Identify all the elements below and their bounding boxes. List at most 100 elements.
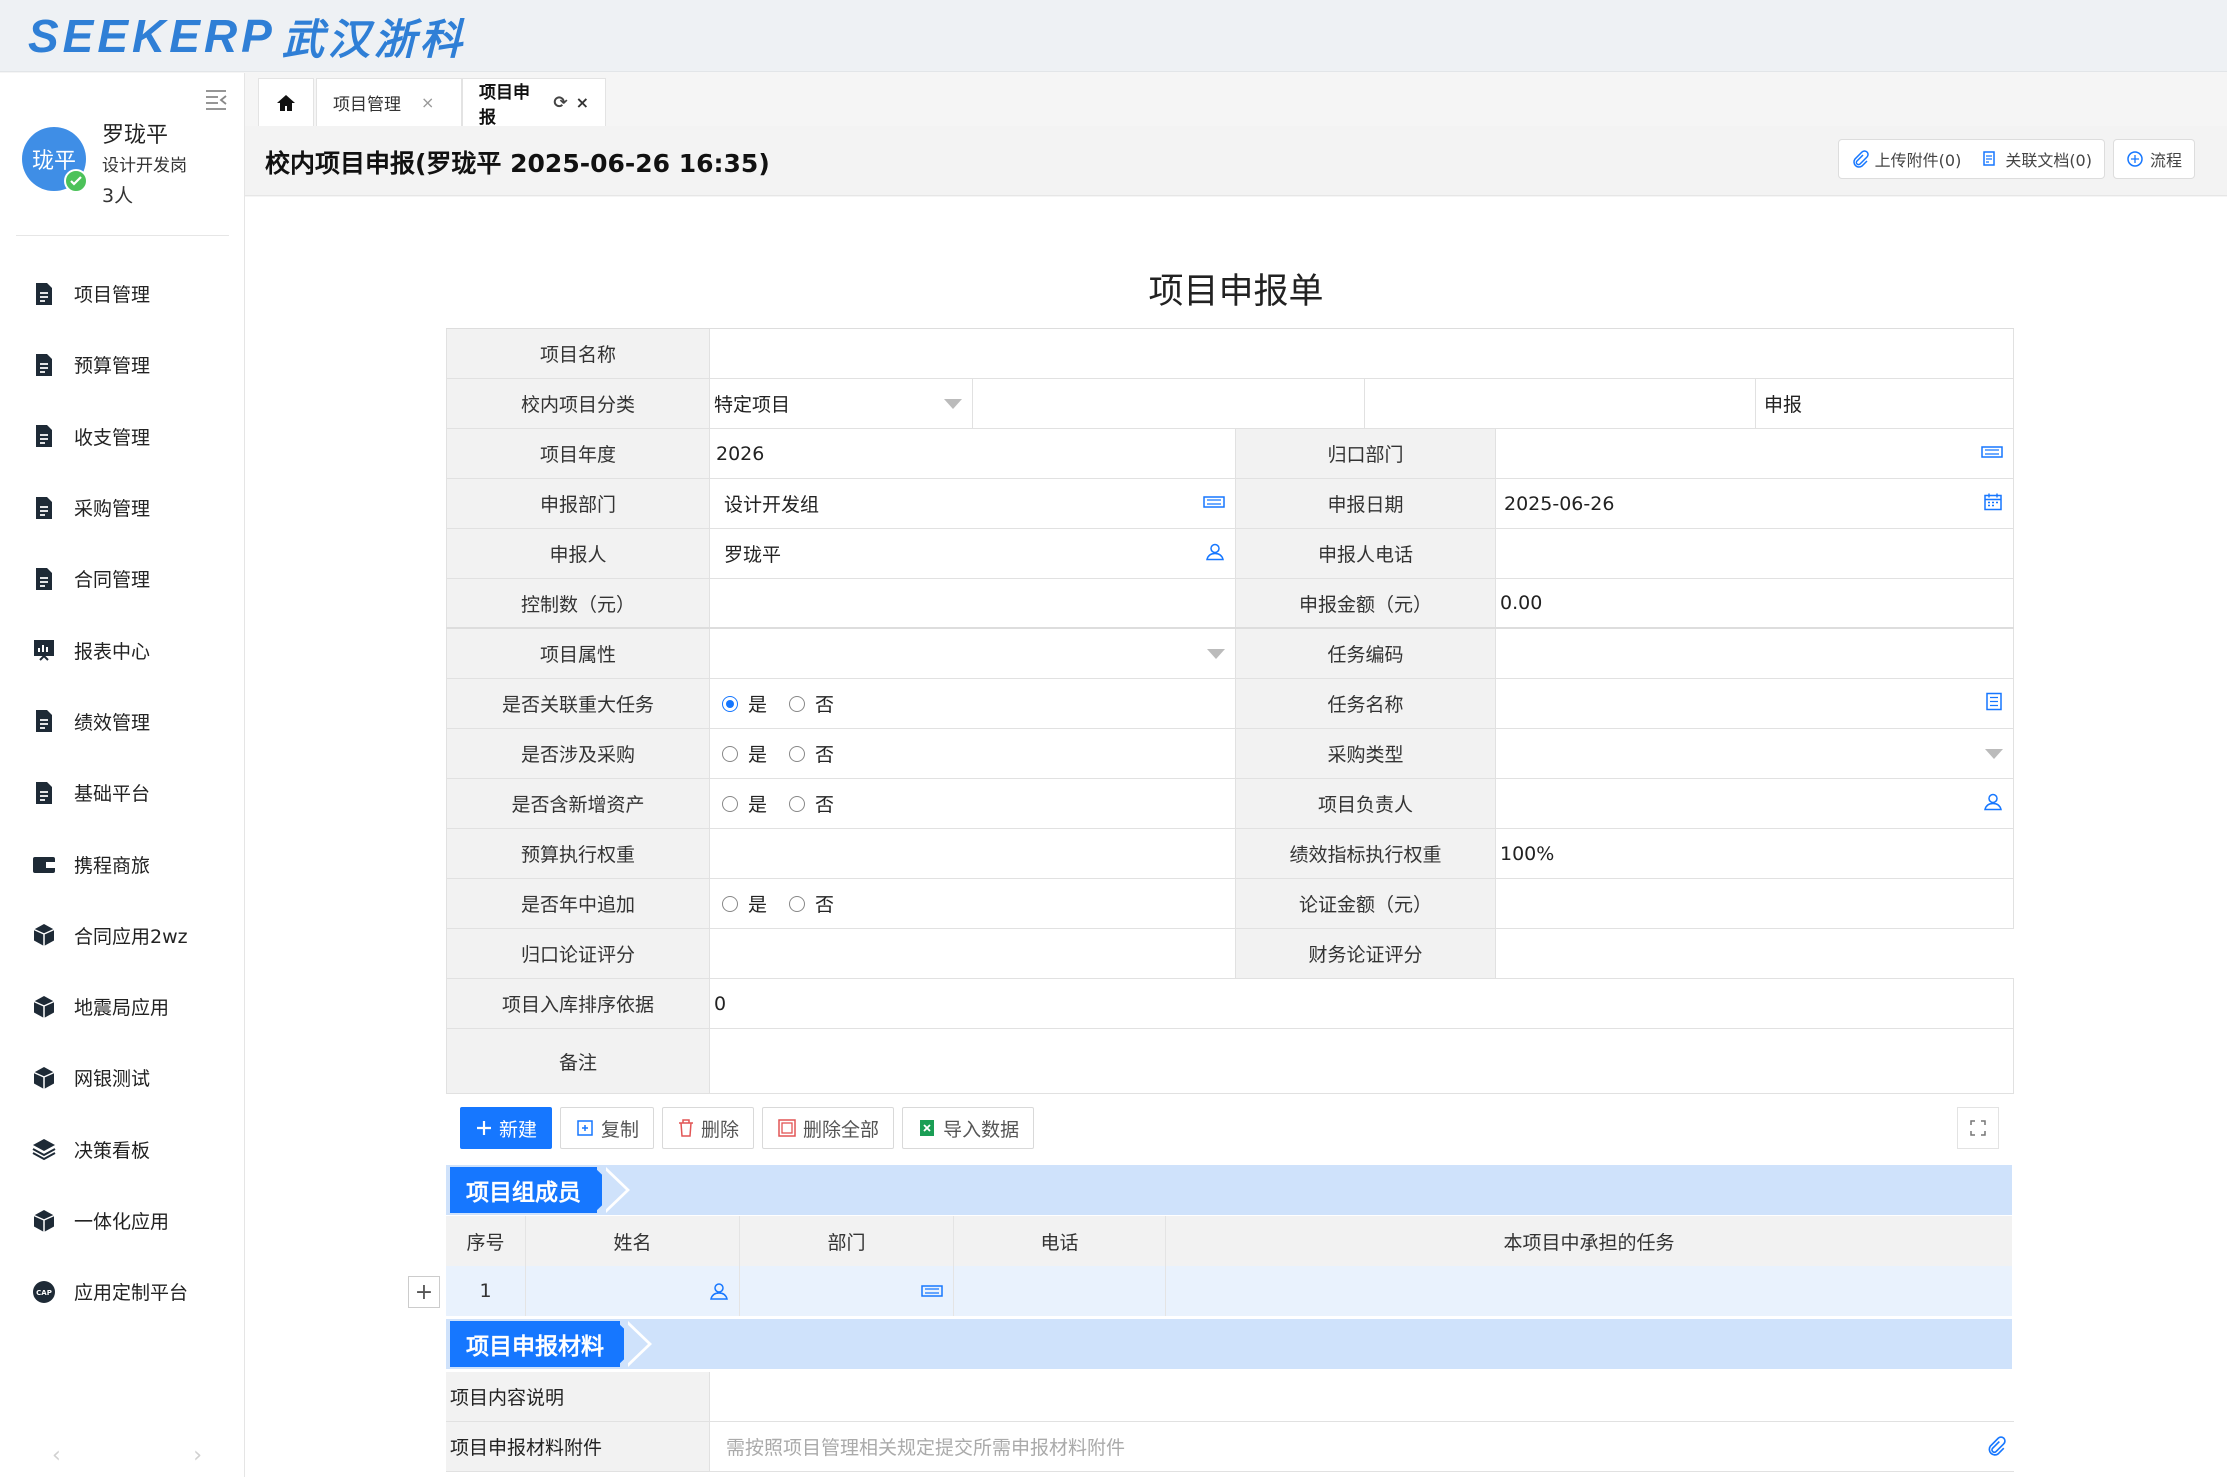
copy-button[interactable]: 复制 — [560, 1107, 655, 1149]
control-amount-input[interactable] — [709, 579, 1235, 627]
form-row: 控制数（元） 申报金额（元） 0.00 — [446, 579, 2014, 629]
online-check-icon — [64, 169, 88, 193]
close-icon[interactable]: × — [421, 93, 434, 112]
refresh-icon[interactable]: ⟳ — [553, 93, 567, 113]
sidebar-item-14[interactable]: CAP 应用定制平台 — [0, 1256, 245, 1327]
user-picker-icon[interactable] — [1205, 541, 1225, 566]
radio-no[interactable]: 否 — [789, 890, 834, 917]
paperclip-icon[interactable] — [1986, 1436, 2006, 1461]
flow-button[interactable]: 流程 — [2112, 139, 2195, 179]
close-icon[interactable]: × — [576, 93, 589, 112]
delete-all-button[interactable]: 删除全部 — [762, 1107, 895, 1149]
row-index: 1 — [446, 1266, 526, 1316]
tab-project-management[interactable]: 项目管理 × — [316, 78, 462, 126]
field-label: 是否含新增资产 — [446, 779, 709, 828]
home-icon — [277, 94, 295, 111]
member-task-cell[interactable] — [1166, 1266, 2012, 1316]
new-button[interactable]: 新建 — [460, 1107, 553, 1149]
category-select[interactable]: 特定项目 — [709, 379, 972, 428]
field-label: 是否年中追加 — [446, 879, 709, 928]
sidebar-item-0[interactable]: 项目管理 — [0, 258, 245, 329]
form-row: 归口论证评分 财务论证评分 — [446, 929, 2014, 979]
tab-project-apply[interactable]: 项目申报 ⟳ × — [462, 78, 606, 128]
apply-date-picker[interactable]: 2025-06-26 — [1495, 479, 2014, 528]
radio-no[interactable]: 否 — [789, 790, 834, 817]
upload-attachment-button[interactable]: 上传附件(0) 关联文档(0) — [1837, 139, 2105, 179]
sort-value: 0 — [714, 992, 727, 1015]
collapse-menu-icon[interactable] — [204, 87, 228, 111]
sidebar-item-7[interactable]: 基础平台 — [0, 757, 245, 828]
radio-no[interactable]: 否 — [789, 690, 834, 717]
apply-dept-picker[interactable]: 设计开发组 — [709, 479, 1235, 528]
org-picker-icon[interactable] — [1203, 493, 1225, 515]
applicant-phone-input[interactable] — [1495, 529, 2014, 578]
radio-yes[interactable]: 是 — [722, 890, 767, 917]
radio-yes[interactable]: 是 — [722, 690, 767, 717]
owner-score-input[interactable] — [709, 929, 1235, 978]
tab-home[interactable] — [258, 78, 314, 126]
category-value: 特定项目 — [714, 394, 791, 416]
fullscreen-button[interactable] — [1957, 1107, 1999, 1149]
org-picker-icon[interactable] — [1981, 443, 2003, 465]
remark-textarea[interactable] — [709, 1029, 2014, 1093]
chevron-down-icon — [1207, 648, 1225, 659]
chevron-right-icon[interactable]: › — [193, 1443, 202, 1468]
linked-doc-icon — [1983, 151, 1996, 166]
radio-dot — [789, 695, 806, 712]
sort-basis-input[interactable]: 0 — [709, 979, 2014, 1028]
sidebar-menu: 项目管理 预算管理 收支管理 采购管理 合同管理 报表中心 绩效管理 基础平台 携程商旅 合同应用… — [0, 258, 245, 1327]
user-picker-icon[interactable] — [709, 1281, 729, 1301]
category-sub-field[interactable] — [972, 379, 1364, 428]
field-label: 任务名称 — [1235, 679, 1495, 728]
budget-weight-input[interactable] — [709, 829, 1235, 878]
delete-button[interactable]: 删除 — [662, 1107, 755, 1149]
category-sub-field[interactable] — [1364, 379, 1755, 428]
related-docs-label[interactable]: 关联文档(0) — [2005, 147, 2092, 171]
user-picker-icon[interactable] — [1983, 791, 2003, 816]
sidebar-item-8[interactable]: 携程商旅 — [0, 828, 245, 899]
task-name-picker[interactable] — [1495, 679, 2014, 728]
radio-yes[interactable]: 是 — [722, 740, 767, 767]
task-code-input[interactable] — [1495, 629, 2014, 678]
org-picker-icon[interactable] — [921, 1283, 943, 1299]
field-label: 校内项目分类 — [446, 379, 709, 428]
member-phone-cell[interactable] — [954, 1266, 1166, 1316]
year-input[interactable]: 2026 — [709, 429, 1235, 478]
sidebar-item-6[interactable]: 绩效管理 — [0, 686, 245, 757]
attribute-select[interactable] — [709, 629, 1235, 678]
sidebar-item-5[interactable]: 报表中心 — [0, 614, 245, 685]
sidebar-item-9[interactable]: 合同应用2wz — [0, 900, 245, 971]
apply-amount-input[interactable]: 0.00 — [1495, 579, 2014, 627]
field-label: 申报部门 — [446, 479, 709, 528]
calendar-icon[interactable] — [1983, 491, 2003, 516]
sidebar-item-11[interactable]: 网银测试 — [0, 1042, 245, 1113]
sidebar-item-10[interactable]: 地震局应用 — [0, 971, 245, 1042]
perf-weight-input[interactable]: 100% — [1495, 829, 2014, 878]
import-button[interactable]: 导入数据 — [902, 1107, 1035, 1149]
applicant-picker[interactable]: 罗珑平 — [709, 529, 1235, 578]
chevron-left-icon[interactable]: ‹ — [52, 1443, 61, 1468]
owner-dept-picker[interactable] — [1495, 429, 2014, 478]
purchase-type-select[interactable] — [1495, 729, 2014, 778]
attachment-input[interactable]: 需按照项目管理相关规定提交所需申报材料附件 — [709, 1422, 2014, 1471]
member-dept-cell[interactable] — [740, 1266, 954, 1316]
sidebar-item-13[interactable]: 一体化应用 — [0, 1185, 245, 1256]
sidebar-item-3[interactable]: 采购管理 — [0, 472, 245, 543]
radio-yes[interactable]: 是 — [722, 790, 767, 817]
add-row-button[interactable]: + — [408, 1276, 440, 1308]
project-name-input[interactable] — [709, 329, 2014, 378]
sidebar-item-12[interactable]: 决策看板 — [0, 1114, 245, 1185]
finance-score-input[interactable] — [1495, 929, 2014, 978]
sidebar-item-4[interactable]: 合同管理 — [0, 543, 245, 614]
app-logo[interactable]: SEEKERP 武汉浙科 — [28, 10, 466, 64]
proof-amount-input[interactable] — [1495, 879, 2014, 928]
radio-no[interactable]: 否 — [789, 740, 834, 767]
list-picker-icon[interactable] — [1985, 691, 2003, 716]
member-name-cell[interactable] — [526, 1266, 740, 1316]
sidebar-item-1[interactable]: 预算管理 — [0, 329, 245, 400]
radio-label: 是 — [748, 694, 768, 716]
user-profile[interactable]: 珑平 罗珑平 设计开发岗 3人 — [22, 113, 232, 273]
content-desc-input[interactable] — [709, 1372, 2014, 1421]
sidebar-item-2[interactable]: 收支管理 — [0, 401, 245, 472]
leader-picker[interactable] — [1495, 779, 2014, 828]
